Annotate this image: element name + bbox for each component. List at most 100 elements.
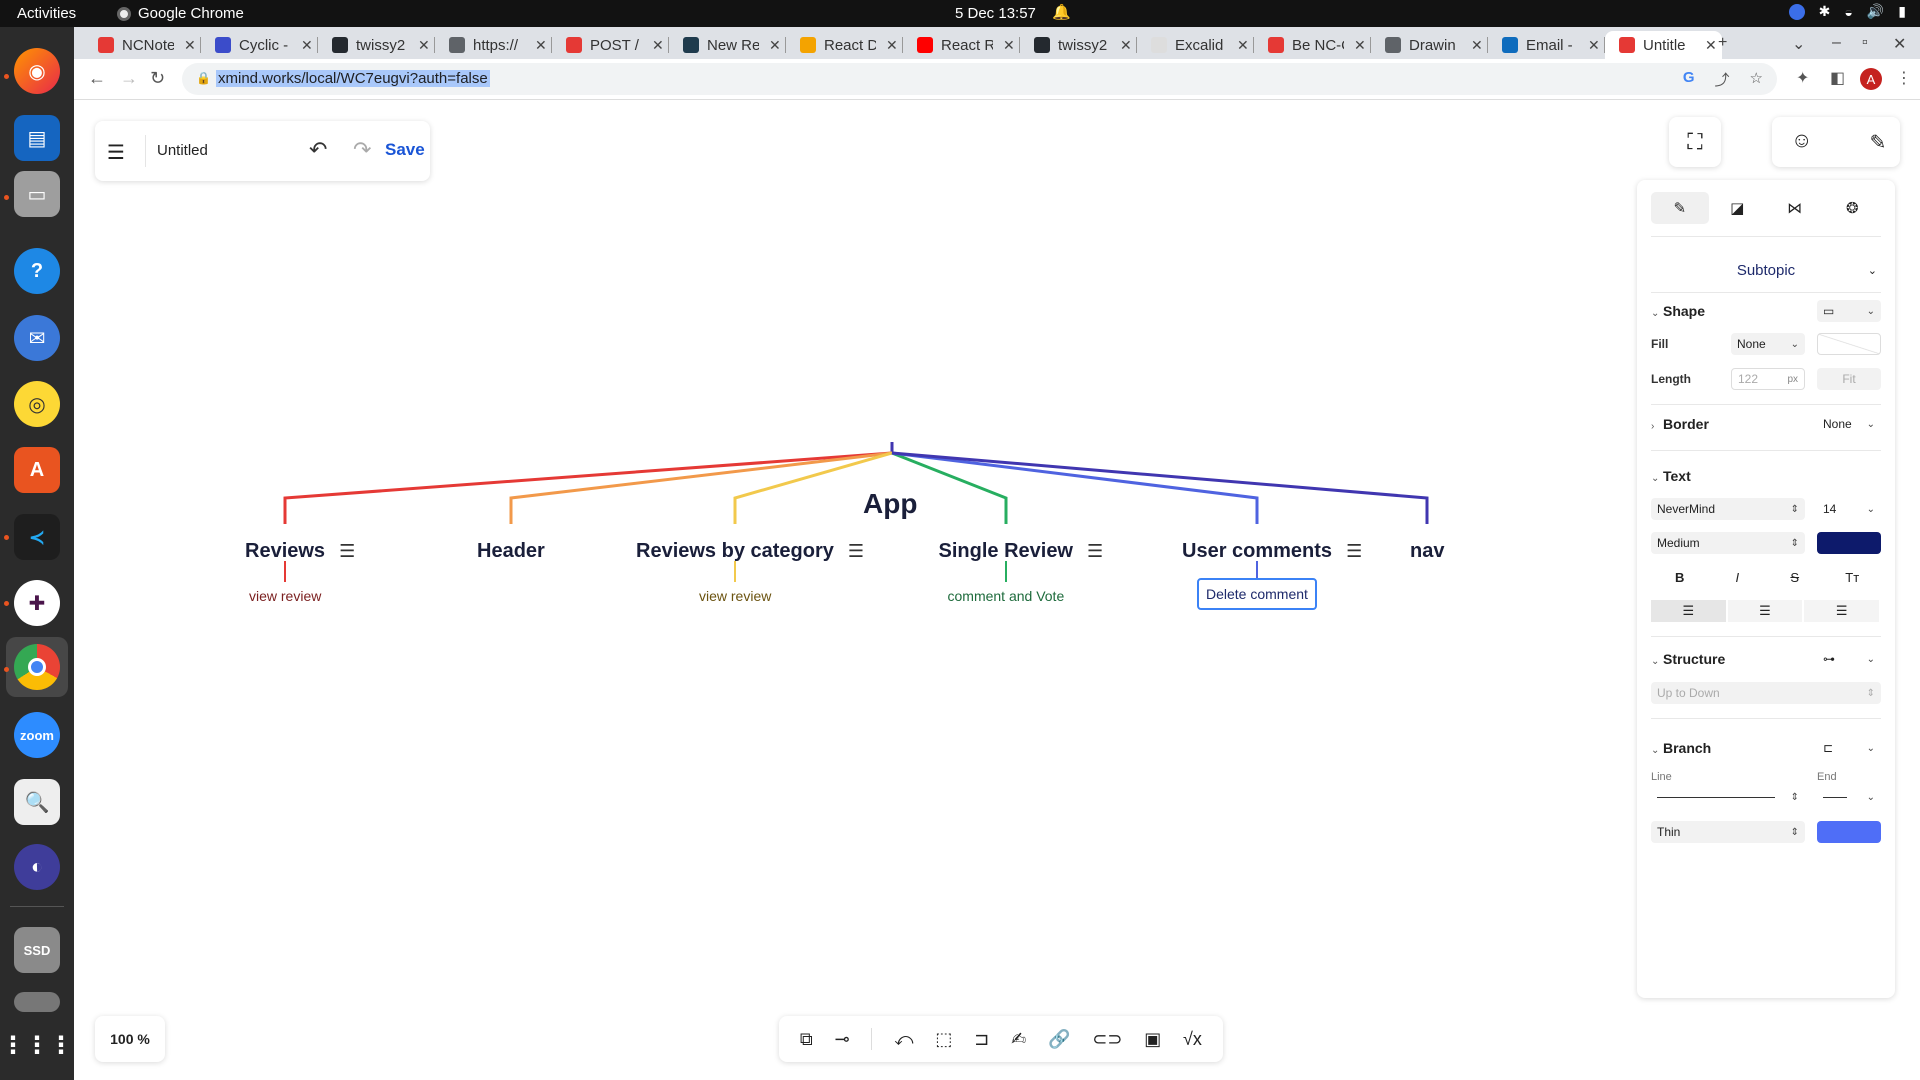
profile-avatar[interactable]: A (1860, 68, 1882, 90)
close-tab-icon[interactable]: ✕ (886, 37, 898, 54)
close-tab-icon[interactable]: ✕ (1003, 37, 1015, 54)
fit-map-button[interactable]: ⛶ (1669, 117, 1721, 167)
tab-theme-icon[interactable]: ❂ (1824, 192, 1882, 224)
text-case-button[interactable]: Tт (1824, 566, 1882, 588)
browser-tab[interactable]: Untitle ✕ (1605, 31, 1722, 59)
rhythmbox-icon[interactable]: ◎ (14, 381, 60, 427)
branch-color-swatch[interactable] (1817, 821, 1881, 843)
help-icon[interactable]: ? (14, 248, 60, 294)
link-icon[interactable]: 🔗 (1048, 1029, 1070, 1050)
tab-map-icon[interactable]: ◪ (1709, 192, 1767, 224)
file-name[interactable]: Untitled (157, 142, 208, 159)
note-icon[interactable]: ☰ (1346, 541, 1362, 562)
browser-tab[interactable]: React D ✕ (786, 31, 903, 59)
browser-tab[interactable]: Email - ✕ (1488, 31, 1605, 59)
browser-tab[interactable]: Cyclic - ✕ (201, 31, 318, 59)
browser-tab[interactable]: POST / ✕ (552, 31, 669, 59)
summary-icon[interactable]: ⊐ (974, 1029, 989, 1050)
structure-select[interactable]: Up to Down ⇕ (1651, 682, 1881, 704)
zoom-icon[interactable]: zoom (14, 712, 60, 758)
fit-length-button[interactable]: Fit (1817, 368, 1881, 390)
close-tab-icon[interactable]: ✕ (1588, 37, 1600, 54)
length-input[interactable]: 122 px (1731, 368, 1805, 390)
subtopic[interactable]: view review (699, 588, 771, 604)
mindmap-canvas[interactable]: App Reviews ☰ view review Header Reviews by … (74, 100, 1920, 1080)
close-tab-icon[interactable]: ✕ (1354, 37, 1366, 54)
boundary-icon[interactable]: ⬚ (935, 1029, 952, 1050)
main-topic[interactable]: Reviews by category ☰ (636, 540, 864, 563)
insert-subtopic-icon[interactable]: ⧉ (800, 1029, 813, 1050)
new-tab-button[interactable]: + (1718, 34, 1727, 52)
text-color-swatch[interactable] (1817, 532, 1881, 554)
main-topic[interactable]: Single Review ☰ (939, 540, 1104, 563)
screen-recorder-icon[interactable]: ◐ (14, 844, 60, 890)
font-weight-select[interactable]: Medium ⇕ (1651, 532, 1805, 554)
bold-button[interactable]: B (1651, 566, 1709, 588)
equation-icon[interactable]: √x (1183, 1029, 1202, 1050)
close-tab-icon[interactable]: ✕ (301, 37, 313, 54)
chrome-menu-icon[interactable]: ⋮ (1896, 68, 1912, 88)
reload-button[interactable]: ↻ (150, 68, 165, 89)
system-tray[interactable]: ✱ ◒ 🔊 ▮ (1788, 3, 1906, 20)
minimize-button[interactable]: – (1832, 34, 1841, 52)
main-topic[interactable]: nav (1410, 540, 1444, 563)
drive-icon[interactable]: SSD (14, 927, 60, 973)
line-style-select[interactable]: ⇕ (1651, 786, 1805, 808)
tab-layout-icon[interactable]: ⋈ (1766, 192, 1824, 224)
fill-color-swatch[interactable] (1817, 333, 1881, 355)
close-tab-icon[interactable]: ✕ (1471, 37, 1483, 54)
format-brush-icon[interactable]: ✎ (1856, 127, 1900, 157)
maximize-button[interactable]: ▫ (1862, 34, 1868, 52)
browser-tab[interactable]: React R ✕ (903, 31, 1020, 59)
browser-tab[interactable]: Be NC-C ✕ (1254, 31, 1371, 59)
zoom-level[interactable]: 100 % (95, 1016, 165, 1062)
sticker-icon[interactable]: ☺ (1791, 129, 1812, 153)
close-tab-icon[interactable]: ✕ (418, 37, 430, 54)
google-lens-icon[interactable]: G (1683, 69, 1695, 90)
lock-icon[interactable]: 🔒 (196, 71, 211, 85)
structure-icon-select[interactable]: ⊶ ⌄ (1817, 648, 1881, 670)
software-center-icon[interactable]: A (14, 447, 60, 493)
text-section-header[interactable]: ⌄ Text (1651, 468, 1691, 484)
relationship-icon[interactable]: ⤺ (894, 1029, 913, 1050)
shape-select[interactable]: ▭ ⌄ (1817, 300, 1881, 322)
note-icon[interactable]: ☰ (848, 541, 864, 562)
browser-tab[interactable]: NCNote ✕ (84, 31, 201, 59)
side-panel-icon[interactable]: ◧ (1830, 68, 1845, 88)
browser-tab[interactable]: twissy2 ✕ (318, 31, 435, 59)
close-tab-icon[interactable]: ✕ (1705, 37, 1717, 54)
main-topic[interactable]: Reviews ☰ (245, 540, 355, 563)
border-section-header[interactable]: › Border (1651, 416, 1709, 432)
tab-search-icon[interactable]: ⌄ (1792, 34, 1805, 54)
browser-tab[interactable]: Excalid ✕ (1137, 31, 1254, 59)
branch-icon-select[interactable]: ⊏ ⌄ (1817, 737, 1881, 759)
close-tab-icon[interactable]: ✕ (1237, 37, 1249, 54)
volume-icon[interactable]: 🔊 (1867, 3, 1884, 20)
hyperlink-icon[interactable]: ⊂⊃ (1092, 1029, 1122, 1050)
app-menu[interactable]: Google Chrome (117, 5, 244, 22)
fill-select[interactable]: None ⌄ (1731, 333, 1805, 355)
note-icon[interactable]: ☰ (1087, 541, 1103, 562)
font-family-select[interactable]: NeverMind ⇕ (1651, 498, 1805, 520)
subtopic[interactable]: Delete comment (1197, 578, 1317, 610)
undo-icon[interactable]: ↶ (309, 137, 327, 163)
branch-section-header[interactable]: ⌄ Branch (1651, 740, 1711, 756)
bookmark-star-icon[interactable]: ☆ (1750, 69, 1763, 90)
drive-2-icon[interactable] (14, 992, 60, 1012)
update-icon[interactable] (1788, 3, 1805, 20)
notification-bell-icon[interactable]: 🔔 (1052, 3, 1071, 21)
subtopic[interactable]: comment and Vote (948, 588, 1065, 604)
slack-icon[interactable]: ✚ (14, 580, 60, 626)
redo-icon[interactable]: ↷ (353, 137, 371, 163)
forward-button[interactable]: → (120, 68, 138, 89)
main-topic[interactable]: Header (477, 540, 545, 563)
insert-topic-icon[interactable]: ⊸ (835, 1029, 850, 1050)
activities-button[interactable]: Activities (17, 5, 76, 22)
border-select[interactable]: None ⌄ (1817, 413, 1881, 435)
browser-tab[interactable]: New Re ✕ (669, 31, 786, 59)
note-icon[interactable]: ✍ (1011, 1029, 1026, 1050)
close-window-button[interactable]: ✕ (1893, 34, 1906, 54)
note-icon[interactable]: ☰ (339, 541, 355, 562)
line-thickness-select[interactable]: Thin ⇕ (1651, 821, 1805, 843)
slack-tray-icon[interactable]: ✱ (1819, 3, 1831, 20)
